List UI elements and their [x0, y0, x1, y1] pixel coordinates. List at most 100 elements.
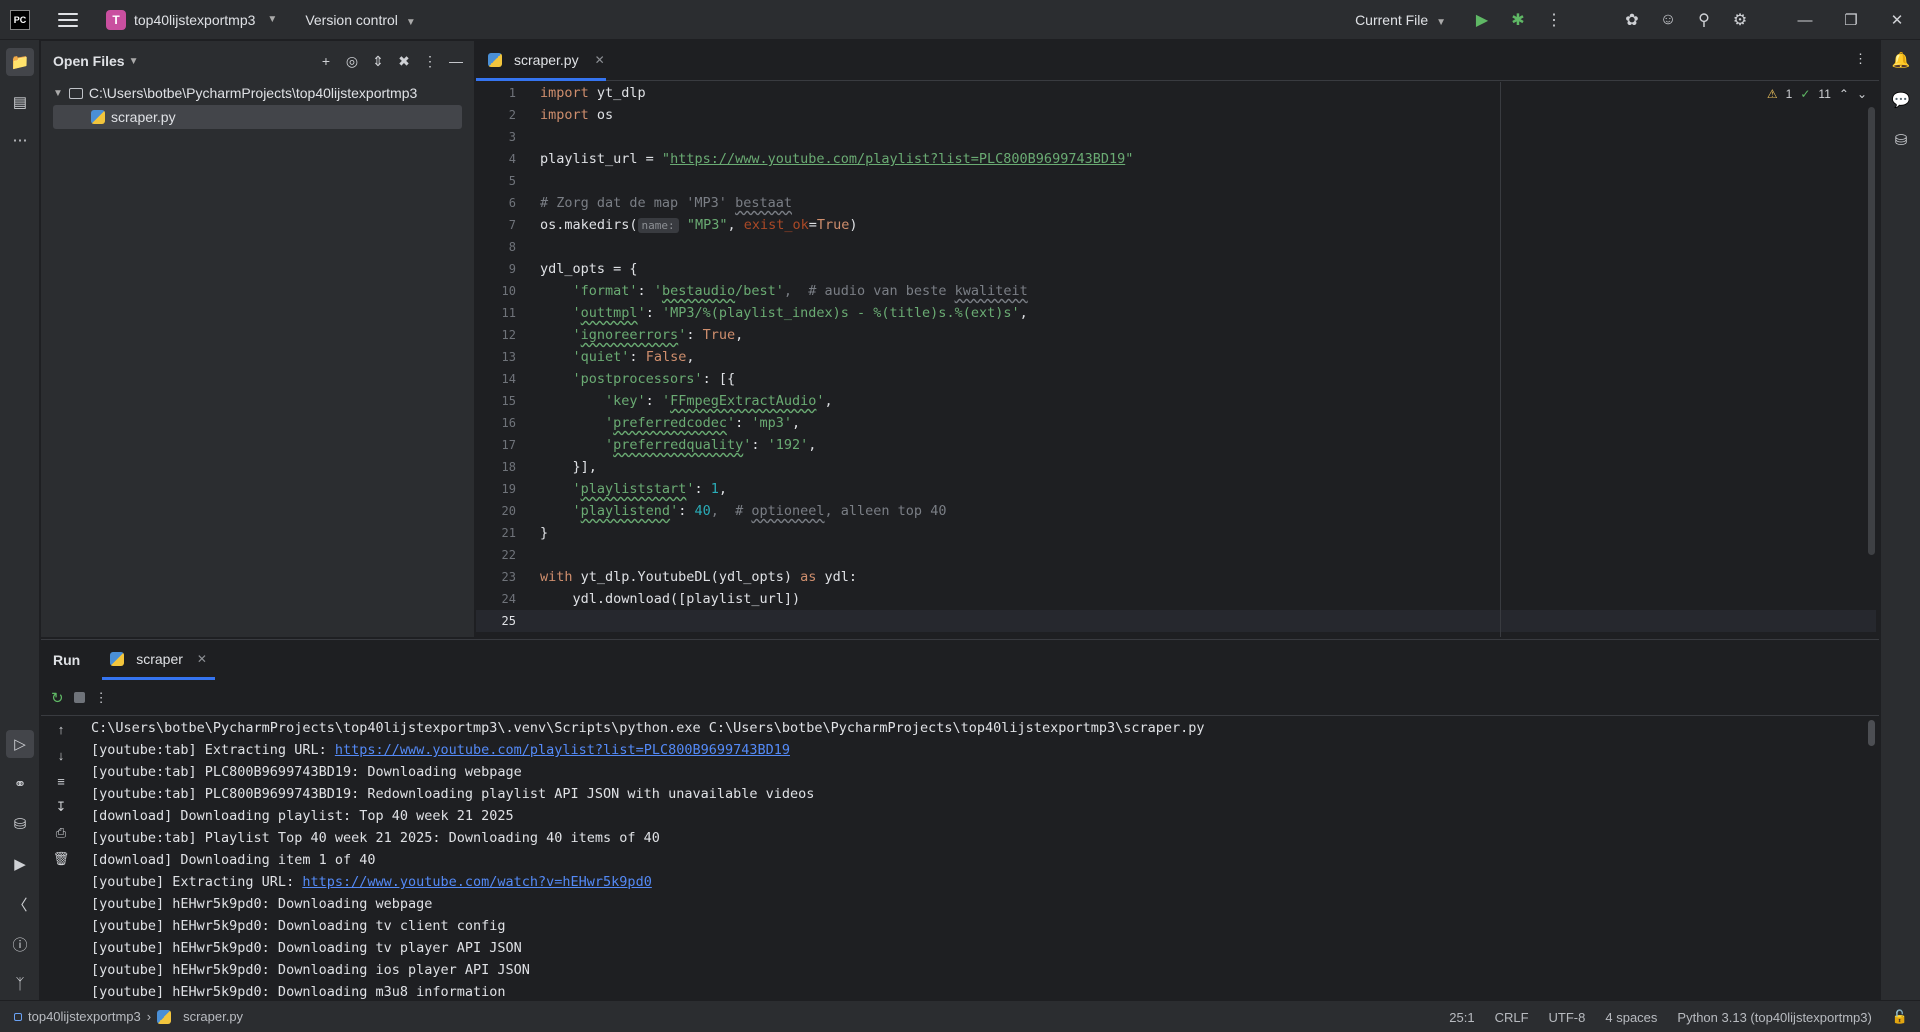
- ai-icon[interactable]: ✿: [1614, 0, 1650, 40]
- debug-icon[interactable]: ✱: [1500, 0, 1536, 40]
- project-folder-icon[interactable]: 📁: [6, 48, 34, 76]
- close-tab-icon[interactable]: ✕: [197, 652, 207, 666]
- line-number[interactable]: 10: [502, 284, 516, 298]
- arrow-down-icon[interactable]: ↓: [51, 745, 71, 765]
- line-number[interactable]: 18: [502, 460, 516, 474]
- line-number[interactable]: 5: [509, 174, 516, 188]
- code-line: import yt_dlp: [540, 82, 646, 104]
- line-number[interactable]: 24: [502, 592, 516, 606]
- line-number[interactable]: 7: [509, 218, 516, 232]
- line-number[interactable]: 21: [502, 526, 516, 540]
- problems-icon[interactable]: ⓘ: [6, 930, 34, 958]
- more-icon[interactable]: ⋮: [1536, 0, 1572, 40]
- indent-setting[interactable]: 4 spaces: [1605, 1010, 1657, 1025]
- line-number[interactable]: 4: [509, 152, 516, 166]
- settings-icon[interactable]: ⚙: [1722, 0, 1758, 40]
- code-line: 'playlistend': 40, # optioneel, alleen t…: [540, 500, 947, 522]
- database-icon[interactable]: ⛁: [1887, 126, 1915, 154]
- hide-icon[interactable]: —: [446, 49, 466, 73]
- tree-root-folder[interactable]: ▼ C:\Users\botbe\PycharmProjects\top40li…: [41, 81, 474, 105]
- tree-file-item[interactable]: scraper.py: [53, 105, 462, 129]
- add-user-icon[interactable]: ☺: [1650, 0, 1686, 40]
- hamburger-icon[interactable]: [58, 10, 78, 30]
- print-icon[interactable]: ⎙: [51, 823, 71, 843]
- line-number[interactable]: 14: [502, 372, 516, 386]
- string-url[interactable]: https://www.youtube.com/playlist?list=PL…: [670, 151, 1125, 167]
- line-number[interactable]: 8: [509, 240, 516, 254]
- chevron-down-icon: ▼: [1436, 17, 1446, 28]
- keyword: True: [816, 217, 850, 233]
- structure-icon[interactable]: ▤: [6, 88, 34, 116]
- console-link[interactable]: https://www.youtube.com/playlist?list=PL…: [335, 742, 790, 758]
- console-scrollbar[interactable]: [1868, 720, 1875, 746]
- run-configuration-selector[interactable]: Current File ▼: [1355, 12, 1446, 28]
- tab-run-scraper[interactable]: scraper ✕: [102, 640, 215, 680]
- console-link[interactable]: https://www.youtube.com/watch?v=hEHwr5k9…: [302, 874, 652, 890]
- arrow-up-icon[interactable]: ↑: [51, 719, 71, 739]
- scroll-to-end-icon[interactable]: ↧: [51, 797, 71, 817]
- code-text: :: [694, 481, 711, 497]
- code-text: }: [540, 525, 549, 541]
- line-number[interactable]: 12: [502, 328, 516, 342]
- line-number[interactable]: 2: [509, 108, 516, 122]
- file-encoding[interactable]: UTF-8: [1549, 1010, 1586, 1025]
- restore-button[interactable]: ❐: [1828, 0, 1874, 40]
- line-number[interactable]: 22: [502, 548, 516, 562]
- git-icon[interactable]: ᛉ: [6, 970, 34, 998]
- trash-icon[interactable]: 🗑: [51, 849, 71, 869]
- line-number[interactable]: 11: [502, 306, 516, 320]
- project-selector[interactable]: T top40lijstexportmp3 ▼: [106, 9, 277, 30]
- console-line: [youtube] hEHwr5k9pd0: Downloading tv pl…: [91, 940, 522, 956]
- add-icon[interactable]: +: [316, 49, 336, 73]
- locate-icon[interactable]: ◎: [342, 49, 362, 73]
- line-number[interactable]: 16: [502, 416, 516, 430]
- line-number[interactable]: 25: [502, 614, 516, 628]
- string: 'quiet': [572, 349, 630, 365]
- terminal-icon[interactable]: 〈: [6, 890, 34, 918]
- line-number[interactable]: 15: [502, 394, 516, 408]
- search-icon[interactable]: ⚲: [1686, 0, 1722, 40]
- line-separator[interactable]: CRLF: [1495, 1010, 1529, 1025]
- more-icon[interactable]: ⋮: [420, 49, 440, 73]
- version-control-menu[interactable]: Version control ▼: [305, 12, 415, 28]
- lock-icon[interactable]: 🔓: [1892, 1009, 1908, 1025]
- soft-wrap-icon[interactable]: ≡: [51, 771, 71, 791]
- line-number[interactable]: 23: [502, 570, 516, 584]
- python-packages-icon[interactable]: ⛁: [6, 810, 34, 838]
- run-tool-icon[interactable]: ▷: [6, 730, 34, 758]
- line-number[interactable]: 1: [509, 86, 516, 100]
- rerun-icon[interactable]: ↻: [51, 689, 64, 707]
- more-tools-icon[interactable]: ⋯: [6, 126, 34, 154]
- code-area[interactable]: import yt_dlp import os playlist_url = "…: [540, 82, 1860, 637]
- line-number[interactable]: 19: [502, 482, 516, 496]
- line-number[interactable]: 9: [509, 262, 516, 276]
- keyword: import: [540, 107, 589, 123]
- line-number[interactable]: 20: [502, 504, 516, 518]
- close-tab-icon[interactable]: ✕: [595, 53, 605, 67]
- breadcrumb-file[interactable]: scraper.py: [183, 1009, 243, 1024]
- breadcrumb-project[interactable]: top40lijstexportmp3: [28, 1009, 141, 1024]
- python-console-icon[interactable]: ⚭: [6, 770, 34, 798]
- services-icon[interactable]: ▶: [6, 850, 34, 878]
- line-number[interactable]: 13: [502, 350, 516, 364]
- console-line: [youtube:tab] PLC800B9699743BD19: Redown…: [91, 786, 815, 802]
- collapse-all-icon[interactable]: ✖: [394, 49, 414, 73]
- editor-scrollbar[interactable]: [1868, 107, 1875, 555]
- stop-icon[interactable]: [73, 692, 85, 703]
- ai-chat-icon[interactable]: 💬: [1887, 86, 1915, 114]
- code-text: ,: [718, 481, 728, 497]
- python-interpreter[interactable]: Python 3.13 (top40lijstexportmp3): [1677, 1010, 1871, 1025]
- caret-position[interactable]: 25:1: [1449, 1010, 1474, 1025]
- notifications-icon[interactable]: 🔔: [1887, 46, 1915, 74]
- line-number[interactable]: 3: [509, 130, 516, 144]
- run-icon[interactable]: ▶: [1464, 0, 1500, 40]
- more-icon[interactable]: ⋮: [95, 690, 108, 706]
- line-number[interactable]: 17: [502, 438, 516, 452]
- line-number[interactable]: 6: [509, 196, 516, 210]
- more-icon[interactable]: ⋮: [1854, 51, 1867, 67]
- tab-scraper-py[interactable]: scraper.py ✕: [476, 41, 606, 81]
- minimize-button[interactable]: —: [1782, 0, 1828, 40]
- expand-all-icon[interactable]: ⇕: [368, 49, 388, 73]
- close-button[interactable]: ✕: [1874, 0, 1920, 40]
- console-output[interactable]: C:\Users\botbe\PycharmProjects\top40lijs…: [91, 717, 1861, 1001]
